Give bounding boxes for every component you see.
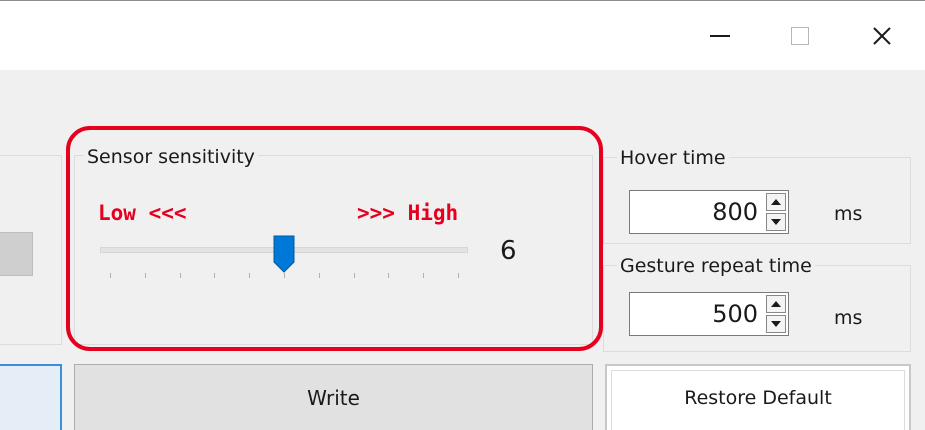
hover-time-input[interactable]: 800 (629, 190, 789, 234)
hover-time-down-button[interactable] (766, 213, 786, 231)
hover-time-spinner (766, 193, 786, 231)
sensitivity-value: 6 (500, 236, 517, 266)
hover-time-up-button[interactable] (766, 193, 786, 211)
title-bar (0, 0, 925, 70)
gesture-repeat-time-up-button[interactable] (766, 295, 786, 313)
low-label: Low <<< (98, 201, 187, 225)
arrow-down-icon (771, 321, 781, 327)
left-panel-button[interactable] (0, 232, 33, 276)
maximize-icon (791, 27, 809, 45)
sensor-sensitivity-caption: Sensor sensitivity (84, 146, 258, 168)
gesture-repeat-time-unit: ms (834, 307, 863, 329)
restore-default-button[interactable]: Restore Default (605, 364, 911, 430)
close-icon (873, 27, 891, 45)
slider-tick (423, 273, 425, 278)
slider-tick (110, 273, 111, 278)
write-button-label: Write (307, 385, 360, 410)
close-button[interactable] (852, 11, 912, 61)
arrow-down-icon (771, 219, 781, 225)
slider-tick (353, 273, 355, 278)
minimize-icon (710, 35, 730, 37)
hover-time-caption: Hover time (617, 147, 729, 169)
slider-tick (249, 273, 251, 278)
left-bottom-button[interactable] (0, 364, 62, 430)
gesture-repeat-time-input[interactable]: 500 (629, 292, 789, 336)
slider-tick (214, 273, 216, 278)
slider-tick (458, 273, 459, 278)
minimize-button[interactable] (690, 11, 750, 61)
slider-tick (179, 273, 181, 278)
slider-tick (284, 273, 285, 278)
arrow-up-icon (771, 301, 781, 307)
write-button[interactable]: Write (74, 364, 593, 430)
gesture-repeat-time-down-button[interactable] (766, 315, 786, 333)
gesture-repeat-time-caption: Gesture repeat time (617, 255, 815, 277)
hover-time-value: 800 (712, 198, 758, 226)
hover-time-unit: ms (834, 203, 863, 225)
slider-tick (318, 273, 320, 278)
slider-tick (388, 273, 390, 278)
sensitivity-slider-thumb[interactable] (273, 235, 295, 273)
gesture-repeat-time-spinner (766, 295, 786, 333)
high-label: >>> High (357, 201, 459, 225)
gesture-repeat-time-value: 500 (712, 300, 758, 328)
maximize-button[interactable] (770, 11, 830, 61)
slider-tick (144, 273, 146, 278)
arrow-up-icon (771, 199, 781, 205)
restore-default-label: Restore Default (684, 387, 832, 409)
